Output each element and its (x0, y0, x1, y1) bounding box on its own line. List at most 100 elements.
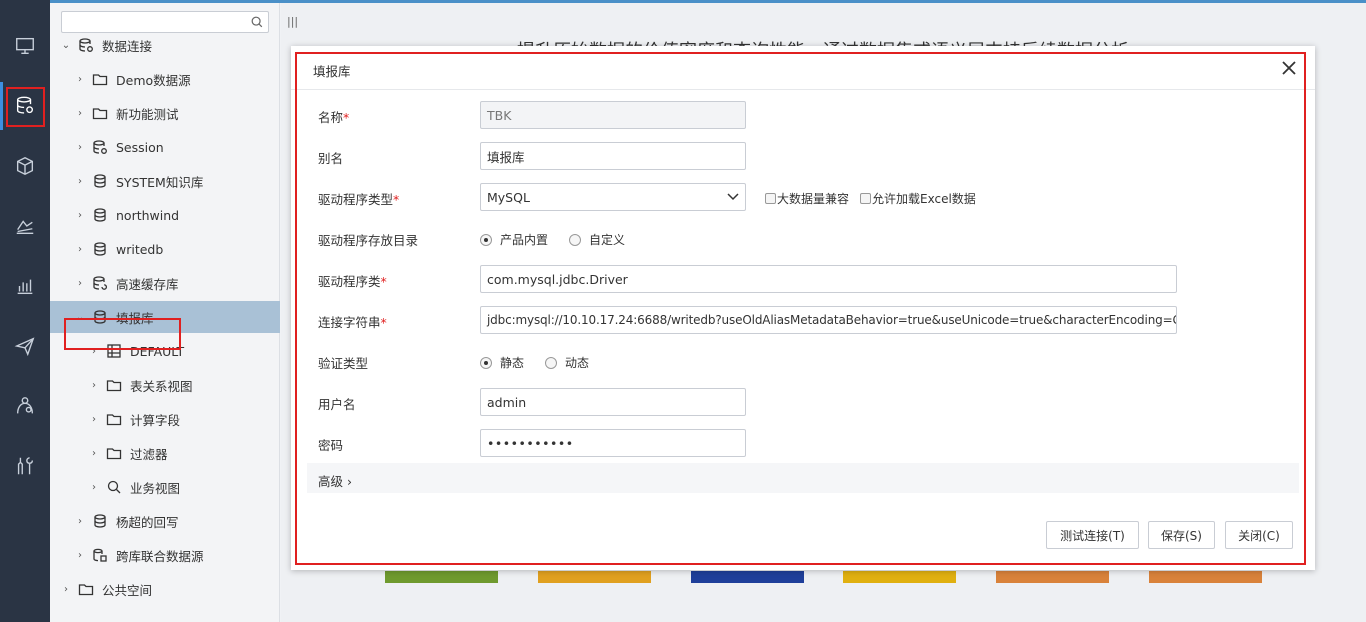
chevron-right-icon[interactable]: › (88, 380, 100, 391)
tree-item[interactable]: › Demo数据源 (50, 63, 280, 95)
chevron-right-icon[interactable]: › (88, 414, 100, 425)
dialog-title: 填报库 (313, 64, 351, 79)
folder-icon (92, 71, 108, 87)
cube-icon[interactable] (11, 152, 39, 180)
database-refresh-icon (92, 275, 108, 291)
database-icon (92, 207, 108, 223)
chevron-right-icon[interactable]: › (74, 550, 86, 561)
tree-item[interactable]: › Session (50, 131, 280, 163)
database-icon (92, 241, 108, 257)
save-button[interactable]: 保存(S) (1148, 521, 1215, 549)
folder-icon (106, 377, 122, 393)
conn-string-field[interactable]: jdbc:mysql://10.10.17.24:6688/writedb?us… (480, 306, 1177, 334)
chevron-right-icon[interactable]: › (74, 142, 86, 153)
driver-type-label: 驱动程序类型* (318, 192, 400, 207)
rail-active-indicator (0, 82, 3, 130)
tree-item-label: 计算字段 (130, 412, 181, 428)
radio-dot[interactable] (569, 233, 581, 246)
radio-dot[interactable] (480, 233, 492, 246)
tree-item-label: SYSTEM知识库 (116, 174, 204, 190)
folder-icon (106, 445, 122, 461)
chevron-down-icon (727, 193, 739, 201)
tree-item-label: Session (116, 139, 164, 155)
allow-excel-checkbox[interactable]: 允许加载Excel数据 (860, 190, 976, 207)
tree-item-label: 表关系视图 (130, 378, 193, 394)
driver-dir-custom-radio[interactable]: 自定义 (569, 231, 625, 248)
username-label: 用户名 (318, 397, 356, 412)
chevron-right-icon[interactable]: › (74, 244, 86, 255)
background-bar (385, 571, 498, 583)
tree-item[interactable]: › writedb (50, 233, 280, 265)
tree-item[interactable]: › 新功能测试 (50, 97, 280, 129)
password-field[interactable]: ••••••••••• (480, 429, 746, 457)
tree-item[interactable]: › SYSTEM知识库 (50, 165, 280, 197)
close-button[interactable]: 关闭(C) (1225, 521, 1293, 549)
database-icon (92, 173, 108, 189)
advanced-section-toggle[interactable]: 高级 › (307, 463, 1299, 493)
tools-icon[interactable] (11, 452, 39, 480)
collapse-menu-icon[interactable]: ||| (287, 15, 298, 28)
chevron-right-icon[interactable]: › (74, 210, 86, 221)
tree-item-label: 数据连接 (102, 38, 153, 54)
alias-field[interactable]: 填报库 (480, 142, 746, 170)
tree-item[interactable]: ⌄ 数据连接 (50, 29, 280, 61)
tree-item[interactable]: › 过滤器 (50, 437, 280, 469)
tree-item[interactable]: › 计算字段 (50, 403, 280, 435)
chevron-right-icon[interactable]: › (74, 74, 86, 85)
tree-item-label: 杨超的回写 (116, 514, 179, 530)
tree-item[interactable]: › 表关系视图 (50, 369, 280, 401)
tree-item[interactable]: › 高速缓存库 (50, 267, 280, 299)
conn-string-label: 连接字符串* (318, 315, 387, 330)
database-gear-icon (92, 139, 108, 155)
checkbox-box[interactable] (765, 193, 776, 204)
big-data-compat-checkbox[interactable]: 大数据量兼容 (765, 190, 849, 207)
resource-tree-panel: ⌄ 数据连接 › Demo数据源 › 新功能测试 › Session › SYSTEM知识库 › no… (50, 3, 280, 622)
tree-item[interactable]: › northwind (50, 199, 280, 231)
name-field: TBK (480, 101, 746, 129)
chevron-right-icon[interactable]: › (74, 108, 86, 119)
tree-item[interactable]: › 公共空间 (50, 573, 280, 605)
send-icon[interactable] (11, 332, 39, 360)
chevron-right-icon[interactable]: › (60, 584, 72, 595)
search-icon[interactable] (250, 15, 264, 29)
tree-item-label: Demo数据源 (116, 72, 191, 88)
bar-chart-icon[interactable] (11, 272, 39, 300)
driver-dir-label: 驱动程序存放目录 (318, 233, 419, 248)
radio-dot[interactable] (480, 356, 492, 369)
tree-selection-highlight (64, 318, 181, 350)
chevron-right-icon[interactable]: › (74, 278, 86, 289)
multi-database-icon (92, 547, 108, 563)
folder-icon (106, 411, 122, 427)
background-bar (1149, 571, 1262, 583)
test-connection-button[interactable]: 测试连接(T) (1046, 521, 1139, 549)
chart-area-icon[interactable] (11, 212, 39, 240)
monitor-icon[interactable] (11, 32, 39, 60)
checkbox-box[interactable] (860, 193, 871, 204)
driver-class-field[interactable]: com.mysql.jdbc.Driver (480, 265, 1177, 293)
chevron-right-icon[interactable]: › (74, 516, 86, 527)
chevron-right-icon[interactable]: › (74, 176, 86, 187)
chevron-right-icon[interactable]: › (88, 448, 100, 459)
left-rail (0, 0, 50, 622)
folder-icon (78, 581, 94, 597)
auth-dynamic-radio[interactable]: 动态 (545, 354, 589, 371)
background-bar (691, 571, 804, 583)
tree-item[interactable]: › 杨超的回写 (50, 505, 280, 537)
advanced-label: 高级 › (318, 474, 352, 489)
chevron-down-icon[interactable]: ⌄ (60, 40, 72, 51)
driver-dir-builtin-radio[interactable]: 产品内置 (480, 231, 548, 248)
driver-type-select[interactable]: MySQL (480, 183, 746, 211)
chevron-right-icon[interactable]: › (88, 482, 100, 493)
datasource-dialog: 填报库 名称* TBK 别名 填报库 驱动程序类型* MySQL 大数据量兼容 … (291, 46, 1315, 570)
radio-dot[interactable] (545, 356, 557, 369)
tree-item-label: 高速缓存库 (116, 276, 179, 292)
auth-static-radio[interactable]: 静态 (480, 354, 524, 371)
tree-item-label: 公共空间 (102, 582, 153, 598)
tree-item[interactable]: › 业务视图 (50, 471, 280, 503)
tree-item[interactable]: › 跨库联合数据源 (50, 539, 280, 571)
rail-highlight-box (6, 87, 45, 127)
close-icon[interactable] (1281, 60, 1297, 76)
user-settings-icon[interactable] (11, 392, 39, 420)
username-field[interactable]: admin (480, 388, 746, 416)
dialog-header: 填报库 (291, 46, 1315, 90)
